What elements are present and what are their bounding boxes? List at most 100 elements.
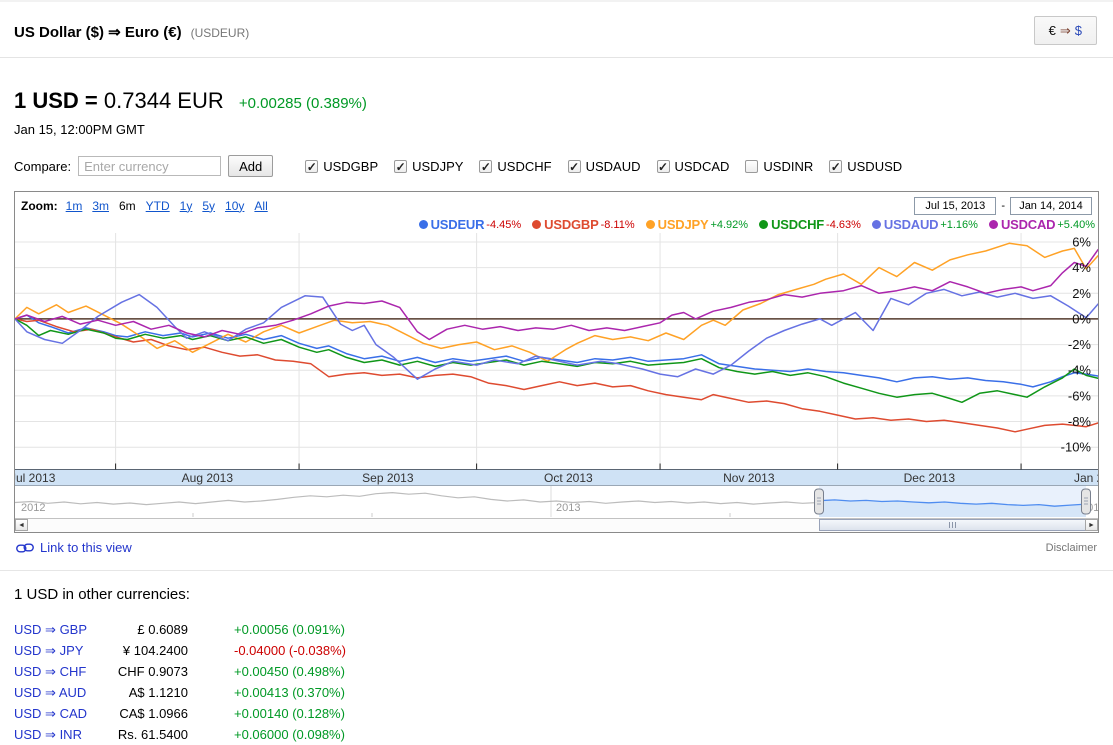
compare-checkbox-label: USDCHF [497, 159, 551, 174]
timeline-scrubber[interactable]: 201220132014 [15, 486, 1098, 518]
compare-label: Compare: [14, 159, 71, 174]
legend-series-change: +4.92% [710, 219, 748, 231]
compare-row: Compare: Add ✓USDGBP✓USDJPY✓USDCHF✓USDAU… [14, 155, 1113, 177]
checkbox-checked-icon[interactable]: ✓ [829, 160, 842, 173]
chart-legend: USDEUR-4.45% USDGBP-8.11% USDJPY+4.92% USDC… [15, 216, 1098, 233]
compare-checkbox-USDCAD[interactable]: ✓USDCAD [657, 159, 730, 174]
zoom-option-1m[interactable]: 1m [66, 199, 83, 213]
legend-dot-icon [646, 220, 655, 229]
compare-checkbox-USDGBP[interactable]: ✓ USDGBP [305, 159, 378, 174]
compare-currency-input[interactable] [78, 156, 221, 176]
chain-link-icon [16, 543, 34, 553]
currency-rate-value: CA$ 1.0966 [98, 706, 188, 721]
checkbox-checked-icon[interactable]: ✓ [568, 160, 581, 173]
legend-series-change: +1.16% [940, 219, 978, 231]
y-axis-tick-label: 6% [1072, 234, 1091, 249]
x-axis-month-label: Dec 2013 [904, 471, 956, 485]
legend-series-change: -4.63% [826, 219, 861, 231]
header-bar: US Dollar ($) ⇒ Euro (€)(USDEUR) €⇒$ [0, 2, 1113, 58]
legend-item-USDJPY: USDJPY+4.92% [646, 217, 748, 232]
scrollbar-right-arrow[interactable]: ► [1085, 519, 1098, 531]
scrubber-year-label: 2012 [21, 502, 45, 514]
legend-series-name: USDAUD [884, 217, 938, 232]
legend-series-name: USDEUR [431, 217, 485, 232]
currency-row: USD ⇒ CHFCHF 0.9073+0.00450 (0.498%) [14, 661, 1113, 682]
legend-dot-icon [419, 220, 428, 229]
checkbox-checked-icon[interactable]: ✓ [479, 160, 492, 173]
x-axis-month-label: Sep 2013 [362, 471, 414, 485]
legend-dot-icon [989, 220, 998, 229]
add-compare-button[interactable]: Add [228, 155, 273, 177]
y-axis-tick-label: -10% [1061, 440, 1092, 455]
x-axis-month-label: Oct 2013 [544, 471, 593, 485]
disclaimer-link[interactable]: Disclaimer [1046, 542, 1097, 554]
legend-item-USDEUR: USDEUR-4.45% [419, 217, 522, 232]
currency-pair-link[interactable]: USD ⇒ CAD [14, 706, 98, 722]
zoom-option-All[interactable]: All [254, 199, 267, 213]
zoom-option-5y[interactable]: 5y [202, 199, 215, 213]
currency-pair-link[interactable]: USD ⇒ JPY [14, 643, 98, 659]
zoom-option-6m: 6m [119, 199, 136, 213]
compare-checkbox-USDCHF[interactable]: ✓ USDCHF [479, 159, 551, 174]
price-change: +0.00285 (0.389%) [239, 95, 367, 112]
legend-dot-icon [532, 220, 541, 229]
date-from-input[interactable]: Jul 15, 2013 [914, 197, 996, 215]
compare-checkbox-USDAUD[interactable]: ✓USDAUD [568, 159, 641, 174]
legend-item-USDCAD: USDCAD+5.40% [989, 217, 1095, 232]
currency-pair-link[interactable]: USD ⇒ GBP [14, 622, 98, 638]
other-currencies-section: 1 USD in other currencies: USD ⇒ GBP£ 0.… [14, 586, 1113, 745]
y-axis-tick-label: -2% [1068, 337, 1092, 352]
below-chart-row: Link to this view Disclaimer [16, 540, 1097, 555]
y-axis-tick-label: -4% [1068, 363, 1092, 378]
y-axis-tick-label: 0% [1072, 311, 1091, 326]
legend-series-name: USDCHF [771, 217, 824, 232]
legend-series-name: USDJPY [658, 217, 709, 232]
compare-checkbox-label: USDGBP [323, 159, 378, 174]
zoom-option-1y[interactable]: 1y [180, 199, 193, 213]
currency-rate-change: +0.00056 (0.091%) [234, 622, 345, 637]
currency-rate-value: CHF 0.9073 [98, 664, 188, 679]
date-to-input[interactable]: Jan 14, 2014 [1010, 197, 1092, 215]
legend-item-USDGBP: USDGBP-8.11% [532, 217, 634, 232]
currency-pair-link[interactable]: USD ⇒ INR [14, 727, 98, 743]
compare-checkboxes: ✓USDGBP✓USDJPY✓USDCHF✓USDAUD✓USDCADUSDIN… [305, 159, 902, 174]
compare-checkbox-USDJPY[interactable]: ✓USDJPY [394, 159, 463, 174]
currency-row: USD ⇒ AUDA$ 1.1210+0.00413 (0.370%) [14, 682, 1113, 703]
zoom-option-YTD[interactable]: YTD [146, 199, 170, 213]
price-value: 0.7344 EUR [104, 88, 224, 113]
compare-checkbox-USDUSD[interactable]: ✓USDUSD [829, 159, 902, 174]
x-axis-month-label: Aug 2013 [182, 471, 234, 485]
zoom-option-10y[interactable]: 10y [225, 199, 244, 213]
zoom-option-3m[interactable]: 3m [92, 199, 109, 213]
currency-pair-link[interactable]: USD ⇒ CHF [14, 664, 98, 680]
y-axis-tick-label: -6% [1068, 388, 1092, 403]
checkbox-checked-icon[interactable]: ✓ [394, 160, 407, 173]
price-chart[interactable]: Jul 2013Aug 2013Sep 2013Oct 2013Nov 2013… [15, 233, 1098, 486]
legend-series-change: +5.40% [1057, 219, 1095, 231]
checkbox-unchecked-icon[interactable] [745, 160, 758, 173]
scrollbar-left-arrow[interactable]: ◄ [15, 519, 28, 531]
checkbox-checked-icon[interactable]: ✓ [305, 160, 318, 173]
swap-to-currency: $ [1075, 23, 1082, 38]
zoom-options: 1m 3m 6m YTD 1y 5y 10y All [66, 199, 278, 213]
currency-pair-link[interactable]: USD ⇒ AUD [14, 685, 98, 701]
quote-timestamp: Jan 15, 12:00PM GMT [14, 122, 1113, 137]
compare-checkbox-USDINR[interactable]: USDINR [745, 159, 813, 174]
swap-currencies-button[interactable]: €⇒$ [1034, 16, 1097, 45]
other-currencies-heading: 1 USD in other currencies: [14, 586, 1113, 603]
legend-dot-icon [872, 220, 881, 229]
scrubber-left-handle[interactable] [815, 489, 824, 514]
scrollbar-thumb[interactable] [819, 519, 1086, 531]
zoom-row: Zoom: 1m3m6mYTD1y5y10yAll Jul 15, 2013 -… [15, 192, 1098, 216]
scrubber-right-handle[interactable] [1082, 489, 1091, 514]
legend-dot-icon [759, 220, 768, 229]
checkbox-checked-icon[interactable]: ✓ [657, 160, 670, 173]
legend-series-name: USDGBP [544, 217, 598, 232]
thumb-grip-icon [955, 522, 956, 528]
link-to-this-view[interactable]: Link to this view [16, 540, 132, 555]
pair-title: US Dollar ($) ⇒ Euro (€) [14, 24, 182, 41]
currency-rate-value: £ 0.6089 [98, 622, 188, 637]
currency-row: USD ⇒ JPY¥ 104.2400-0.04000 (-0.038%) [14, 640, 1113, 661]
swap-arrow-icon: ⇒ [1060, 23, 1071, 38]
legend-series-name: USDCAD [1001, 217, 1055, 232]
